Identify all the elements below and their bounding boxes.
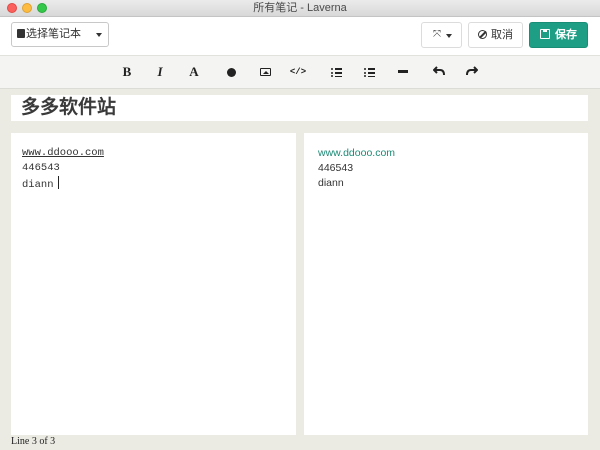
status-bar: Line 3 of 3 [11,436,56,447]
picture-icon[interactable] [256,64,274,80]
ordered-list-icon[interactable] [327,64,345,80]
save-button[interactable]: 保存 [529,22,588,48]
book-icon [17,29,25,38]
notebook-select[interactable]: 选择笔记本 [11,22,109,47]
format-toolbar: B I A </> [0,56,600,89]
code-icon[interactable]: </> [289,64,307,80]
editor-line: diann [22,179,54,191]
bold-icon[interactable]: B [118,64,136,80]
horizontal-rule-icon[interactable] [394,64,412,80]
markdown-preview: www.ddooo.com 446543 diann [304,133,588,435]
markdown-editor[interactable]: www.ddooo.com 446543 diann [11,133,296,435]
unordered-list-icon[interactable] [360,64,378,80]
chevron-down-icon [446,34,452,38]
cancel-label: 取消 [491,29,513,41]
globe-icon[interactable] [222,64,240,80]
font-icon[interactable]: A [185,64,203,80]
cancel-button[interactable]: 取消 [468,22,523,48]
notebook-select-label: 选择笔记本 [26,28,81,40]
undo-icon[interactable] [430,64,448,80]
ban-icon [478,30,487,39]
window-titlebar: 所有笔记 - Laverna [0,0,600,17]
editor-line: 446543 [22,162,60,174]
text-cursor [57,176,59,189]
italic-icon[interactable]: I [151,64,169,80]
fullscreen-button[interactable]: ⤧ [421,22,462,48]
chevron-down-icon [96,33,102,37]
preview-link[interactable]: www.ddooo.com [318,146,574,161]
redo-icon[interactable] [463,64,481,80]
preview-line: 446543 [318,162,354,174]
preview-line: diann [318,177,344,189]
expand-icon: ⤧ [433,29,441,40]
window-title: 所有笔记 - Laverna [253,2,347,14]
save-label: 保存 [555,29,577,41]
note-title-input[interactable]: 多多软件站 [11,95,588,121]
note-header: 选择笔记本 ⤧ 取消 保存 [0,17,600,56]
editor-line: www.ddooo.com [22,147,104,159]
floppy-disk-icon [540,29,550,39]
